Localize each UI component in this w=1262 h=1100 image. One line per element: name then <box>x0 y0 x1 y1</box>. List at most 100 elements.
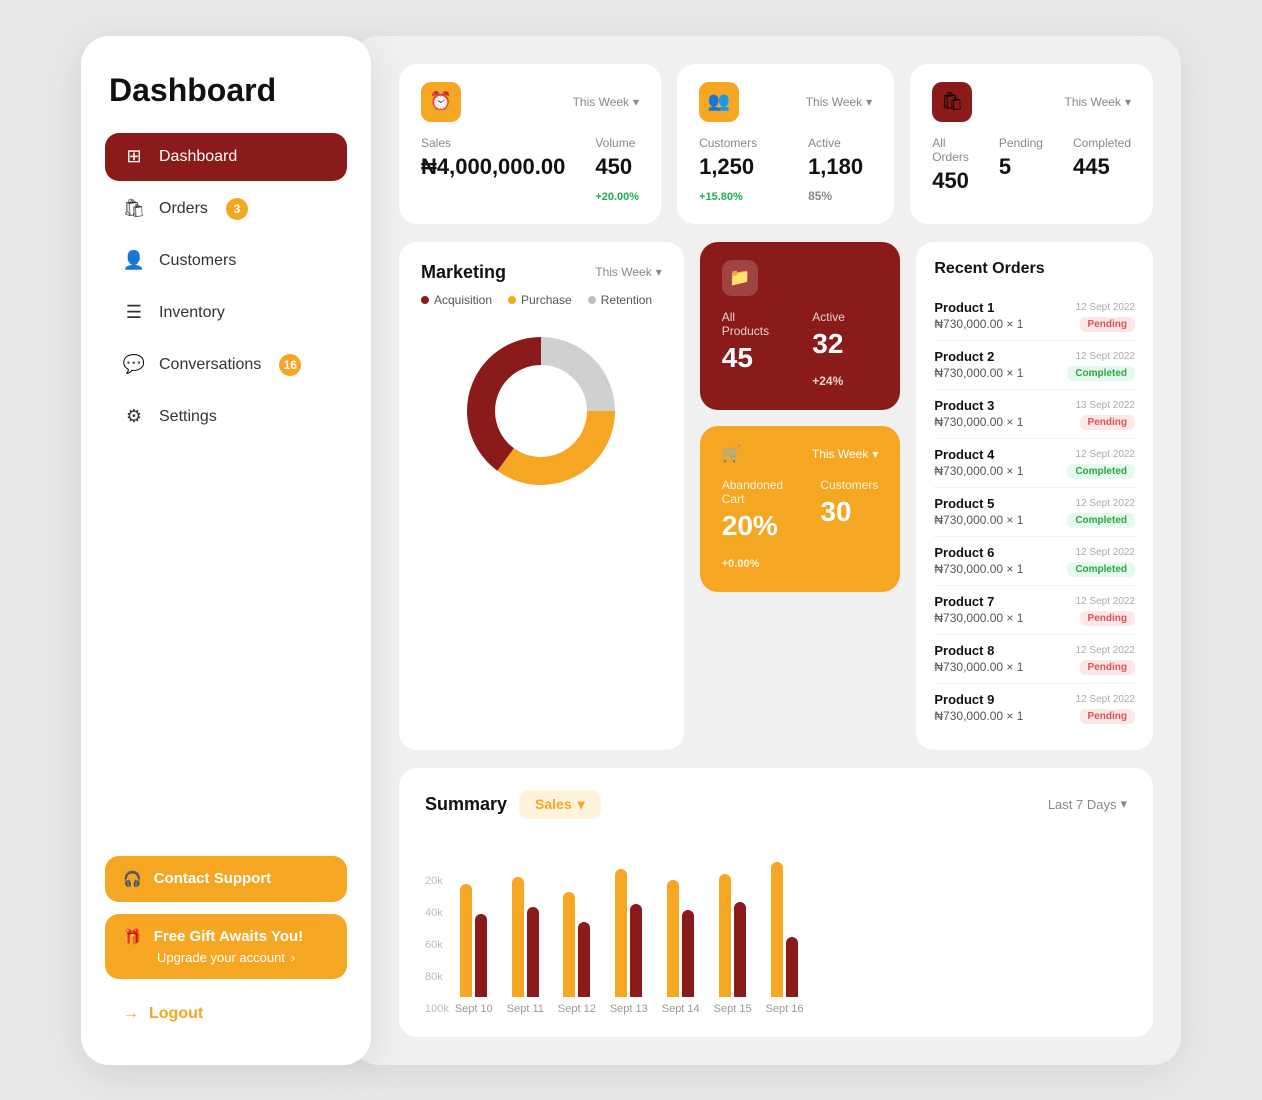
summary-tab[interactable]: Sales ▾ <box>519 790 601 819</box>
bar-primary <box>563 892 575 997</box>
order-status: Pending <box>1080 611 1135 626</box>
app-container: Dashboard ⊞ Dashboard 🛍 Orders 3 👤 Custo… <box>81 36 1181 1065</box>
purchase-dot <box>508 296 516 304</box>
sidebar-item-dashboard[interactable]: ⊞ Dashboard <box>105 133 347 181</box>
abandoned-period-selector[interactable]: This Week ▾ <box>812 447 879 461</box>
order-date: 12 Sept 2022 <box>1076 351 1136 362</box>
bar-wrapper <box>771 837 798 997</box>
contact-support-button[interactable]: 🎧 Contact Support <box>105 856 347 902</box>
bar-group: Sept 10 <box>455 837 493 1015</box>
main-content: ⏰ This Week ▾ Sales ₦4,000,000.00 Volume <box>351 36 1181 1065</box>
marketing-period-selector[interactable]: This Week ▾ <box>595 265 662 279</box>
bar-label: Sept 11 <box>507 1003 544 1015</box>
sidebar-item-customers[interactable]: 👤 Customers <box>105 237 347 285</box>
customers-active-label: Active <box>808 136 872 150</box>
gift-upgrade-button[interactable]: 🎁 Free Gift Awaits You! Upgrade your acc… <box>105 914 347 979</box>
orders-period-label: This Week <box>1065 95 1121 109</box>
order-status: Completed <box>1067 562 1135 577</box>
bar-chart: Sept 10 Sept 11 Sept 12 Sept 13 Sept 14 … <box>455 835 804 1015</box>
y-axis-label: 40k <box>425 907 449 919</box>
completed-orders-value: 445 <box>1073 154 1131 180</box>
bar-primary <box>460 884 472 997</box>
purchase-label: Purchase <box>521 293 572 307</box>
abandoned-period-label: This Week <box>812 447 868 461</box>
bar-group: Sept 16 <box>766 837 804 1015</box>
orders-card-icon: 🛍 <box>932 82 972 122</box>
order-name: Product 1 <box>934 300 994 315</box>
sales-period-selector[interactable]: This Week ▾ <box>573 95 640 109</box>
bar-label: Sept 10 <box>455 1003 493 1015</box>
abandoned-header: 🛒 This Week ▾ <box>722 444 879 464</box>
completed-orders-label: Completed <box>1073 136 1131 150</box>
logout-button[interactable]: → Logout <box>105 995 347 1033</box>
marketing-period-label: This Week <box>595 265 651 279</box>
conversations-nav-badge: 16 <box>279 354 301 376</box>
order-name: Product 7 <box>934 594 994 609</box>
dashboard-nav-label: Dashboard <box>159 148 237 166</box>
product-stats: All Products 45 Active 32 +24% <box>722 310 879 392</box>
settings-nav-label: Settings <box>159 408 217 426</box>
order-item: Product 3 13 Sept 2022 ₦730,000.00 × 1 P… <box>934 390 1135 439</box>
bar-group: Sept 13 <box>610 837 648 1015</box>
order-name: Product 4 <box>934 447 994 462</box>
sales-period-label: This Week <box>573 95 629 109</box>
orders-stat-card: 🛍 This Week ▾ All Orders 450 Pending 5 <box>910 64 1153 224</box>
order-name: Product 8 <box>934 643 994 658</box>
orders-nav-label: Orders <box>159 200 208 218</box>
bar-label: Sept 13 <box>610 1003 648 1015</box>
bar-wrapper <box>512 837 539 997</box>
customers-active-item: Active 1,180 85% <box>808 136 872 206</box>
donut-chart <box>461 331 621 491</box>
order-name: Product 5 <box>934 496 994 511</box>
sidebar-item-conversations[interactable]: 💬 Conversations 16 <box>105 341 347 389</box>
sidebar-item-orders[interactable]: 🛍 Orders 3 <box>105 185 347 233</box>
conversations-nav-label: Conversations <box>159 356 261 374</box>
legend-purchase: Purchase <box>508 293 572 307</box>
order-date: 12 Sept 2022 <box>1076 449 1136 460</box>
order-date: 12 Sept 2022 <box>1076 302 1136 313</box>
inventory-nav-icon: ☰ <box>123 302 145 324</box>
order-name: Product 3 <box>934 398 994 413</box>
abandoned-cart-value: 20% +0.00% <box>722 510 791 574</box>
order-item: Product 7 12 Sept 2022 ₦730,000.00 × 1 P… <box>934 586 1135 635</box>
bar-secondary <box>578 922 590 997</box>
volume-item: Volume 450 +20.00% <box>595 136 639 206</box>
bar-primary <box>719 874 731 997</box>
order-status: Pending <box>1080 415 1135 430</box>
products-column: 📁 All Products 45 Active 32 +24% <box>700 242 901 750</box>
abandoned-customers-label: Customers <box>820 478 878 492</box>
orders-period-selector[interactable]: This Week ▾ <box>1065 95 1132 109</box>
marketing-chevron-icon: ▾ <box>656 265 662 279</box>
bar-secondary <box>682 910 694 997</box>
order-price: ₦730,000.00 × 1 <box>934 562 1023 576</box>
summary-tab-chevron: ▾ <box>578 796 585 813</box>
sidebar-item-settings[interactable]: ⚙ Settings <box>105 393 347 441</box>
summary-period-selector[interactable]: Last 7 Days ▾ <box>1048 796 1127 812</box>
sales-stat-row: Sales ₦4,000,000.00 Volume 450 +20.00% <box>421 136 639 206</box>
active-products-value: 32 +24% <box>812 328 878 392</box>
sidebar-bottom: 🎧 Contact Support 🎁 Free Gift Awaits You… <box>105 856 347 1033</box>
bar-secondary <box>475 914 487 997</box>
cart-icon: 🛒 <box>722 444 742 464</box>
bar-label: Sept 16 <box>766 1003 804 1015</box>
bar-label: Sept 12 <box>558 1003 596 1015</box>
pending-orders-value: 5 <box>999 154 1043 180</box>
summary-card: Summary Sales ▾ Last 7 Days ▾ 100k80k60k… <box>399 768 1153 1037</box>
order-status: Completed <box>1067 513 1135 528</box>
bar-wrapper <box>460 837 487 997</box>
customers-active-pct: 85% <box>808 189 832 203</box>
summary-left: Summary Sales ▾ <box>425 790 601 819</box>
order-date: 12 Sept 2022 <box>1076 547 1136 558</box>
order-item: Product 1 12 Sept 2022 ₦730,000.00 × 1 P… <box>934 292 1135 341</box>
order-status: Pending <box>1080 709 1135 724</box>
marketing-legend: Acquisition Purchase Retention <box>421 293 662 307</box>
summary-tab-label: Sales <box>535 796 572 812</box>
abandoned-stats: Abandoned Cart 20% +0.00% Customers 30 <box>722 478 879 574</box>
order-date: 12 Sept 2022 <box>1076 645 1136 656</box>
customers-stat-row: Customers 1,250 +15.80% Active 1,180 85% <box>699 136 872 206</box>
abandoned-cart-label: Abandoned Cart <box>722 478 791 506</box>
bar-secondary <box>786 937 798 997</box>
sidebar-item-inventory[interactable]: ☰ Inventory <box>105 289 347 337</box>
customers-period-selector[interactable]: This Week ▾ <box>806 95 873 109</box>
all-products-card: 📁 All Products 45 Active 32 +24% <box>700 242 901 410</box>
